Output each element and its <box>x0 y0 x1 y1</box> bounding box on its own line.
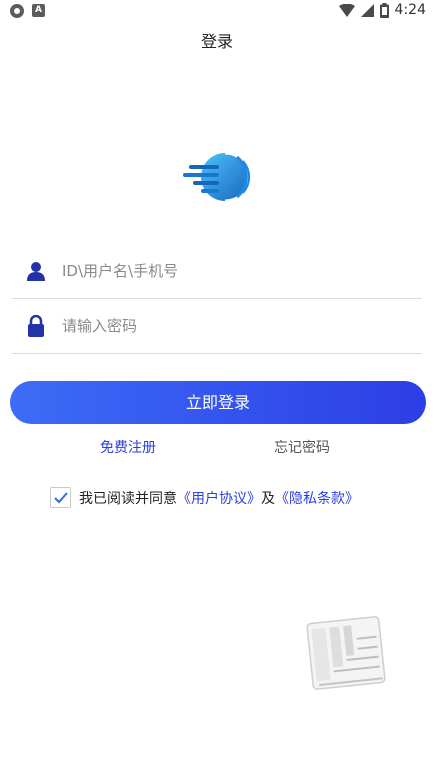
forgot-password-link[interactable]: 忘记密码 <box>274 437 330 457</box>
username-row <box>12 244 422 299</box>
a-icon: A <box>32 4 45 17</box>
agreement-connector: 及 <box>261 490 275 507</box>
page-title: 登录 <box>200 32 233 51</box>
status-bar-right: 4:24 <box>338 2 426 18</box>
check-icon <box>53 491 68 503</box>
agreement-prefix: 我已阅读并同意 <box>79 490 177 507</box>
agreement-row: 我已阅读并同意 《用户协议》 及 《隐私条款》 <box>50 487 359 508</box>
agreement-checkbox[interactable] <box>50 487 71 508</box>
globe-logo-icon <box>183 151 251 203</box>
lock-icon <box>25 315 47 337</box>
status-bar-left: A <box>10 4 45 18</box>
login-screen: A 4:24 登录 ID\用户名\手机号 立即登录 免费注册 忘记密码 我已阅读… <box>0 0 434 777</box>
wifi-icon <box>338 3 355 17</box>
password-input[interactable] <box>60 316 422 336</box>
battery-icon <box>379 2 389 18</box>
privacy-link[interactable]: 《隐私条款》 <box>275 488 359 508</box>
username-input[interactable] <box>60 261 422 281</box>
signal-icon <box>360 3 374 17</box>
login-button[interactable]: 立即登录 <box>10 381 426 424</box>
status-time: 4:24 <box>394 2 426 18</box>
user-icon <box>25 260 47 282</box>
status-bar: A 4:24 <box>0 0 434 24</box>
user-agreement-link[interactable]: 《用户协议》 <box>177 488 261 508</box>
password-row <box>12 299 422 354</box>
shield-icon <box>10 4 24 18</box>
floating-widget-icon[interactable] <box>302 612 390 694</box>
register-link[interactable]: 免费注册 <box>100 437 156 457</box>
